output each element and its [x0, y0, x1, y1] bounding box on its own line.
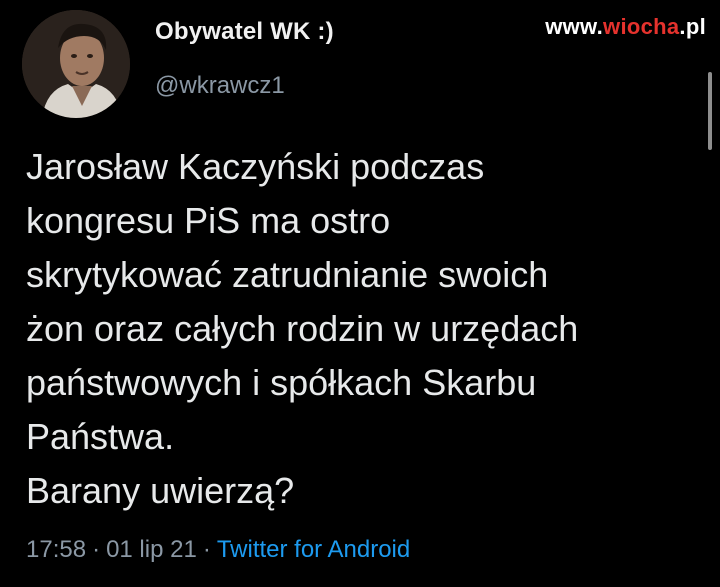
- meta-separator: ·: [202, 536, 211, 563]
- tweet-time[interactable]: 17:58: [26, 536, 86, 563]
- watermark-prefix: www.: [545, 14, 604, 39]
- display-name[interactable]: Obywatel WK :): [155, 18, 334, 46]
- user-handle[interactable]: @wkrawcz1: [155, 72, 285, 100]
- tweet-text: Jarosław Kaczyński podczas kongresu PiS …: [26, 146, 579, 511]
- tweet-card: Obywatel WK :) @wkrawcz1 www.wiocha.pl J…: [0, 0, 720, 587]
- tweet-source-link[interactable]: Twitter for Android: [217, 536, 410, 563]
- watermark: www.wiocha.pl: [545, 14, 706, 40]
- watermark-suffix: .pl: [679, 14, 706, 39]
- avatar-portrait-icon: [22, 10, 130, 118]
- watermark-accent: wiocha: [603, 14, 680, 39]
- tweet-date[interactable]: 01 lip 21: [106, 536, 197, 563]
- tweet-meta: 17:58 · 01 lip 21 · Twitter for Android: [26, 536, 410, 564]
- meta-separator: ·: [92, 536, 101, 563]
- avatar[interactable]: [22, 10, 130, 118]
- scrollbar-thumb[interactable]: [708, 72, 712, 150]
